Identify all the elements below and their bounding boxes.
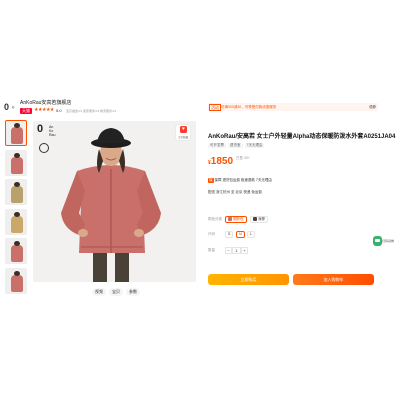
delivery-row: 配送 浙江杭州 至 北京 快递 免运费 xyxy=(208,190,262,195)
subtag-list: 可开发票 退货宝 7天无理由 xyxy=(208,143,265,148)
delivery-text: 配送 浙江杭州 至 北京 快递 免运费 xyxy=(208,190,262,194)
price: ¥1850 xyxy=(208,151,233,169)
mascot-icon xyxy=(373,236,382,246)
subtag: 退货宝 xyxy=(228,143,243,148)
color-option[interactable]: 深棕 xyxy=(250,216,268,223)
tmall-badge: 天猫 xyxy=(20,108,32,114)
quantity-increase-button[interactable]: + xyxy=(241,247,248,254)
service-row: 保 保障 退货包运费 极速退款 7天无理由 xyxy=(208,178,272,183)
add-to-cart-button[interactable]: 加入购物车 xyxy=(293,274,374,285)
favorite-button[interactable]: ♥ 宝贝收藏 xyxy=(176,125,190,140)
size-option[interactable]: S xyxy=(225,231,234,238)
favorite-label: 宝贝收藏 xyxy=(177,136,188,139)
thumbnail-strip xyxy=(5,120,29,298)
service-badge: 保 xyxy=(208,178,214,183)
color-swatch xyxy=(253,217,257,222)
product-title: AnKoRau/安高若 女士户外轻量Alpha动态保暖防泼水外套A0251JA0… xyxy=(208,134,396,140)
size-option[interactable]: L xyxy=(247,231,255,238)
shop-logo[interactable]: 0 ◦ xyxy=(4,100,18,114)
thumbnail[interactable] xyxy=(5,267,27,294)
thumbnail-head xyxy=(14,211,20,217)
promo-tag: 活动 xyxy=(209,104,221,111)
thumbnail-head xyxy=(14,152,20,158)
subtag: 7天无理由 xyxy=(244,143,265,148)
promo-more-link[interactable]: 领券 xyxy=(369,105,376,110)
promo-banner[interactable]: 活动 可满300减30，可享受付款优惠服务 领券 xyxy=(208,103,378,111)
main-product-image[interactable]: 0 An Ko Rau ♥ 宝贝收藏 xyxy=(33,121,196,282)
shop-meta: 宝贝描述4.9 卖家服务4.9 物流服务4.9 xyxy=(66,109,117,113)
color-option-label: 深棕 xyxy=(258,217,265,221)
tab-video[interactable]: 视频 xyxy=(92,288,106,296)
quantity-input[interactable]: 1 xyxy=(232,247,241,254)
image-tabs: 视频 宝贝 参数 xyxy=(92,288,140,297)
buy-now-button[interactable]: 立即购买 xyxy=(208,274,289,285)
price-value: 1850 xyxy=(210,156,234,167)
thumbnail[interactable] xyxy=(5,179,27,206)
heart-icon: ♥ xyxy=(180,126,187,133)
thumbnail-figure xyxy=(11,127,23,144)
size-label: 尺码 xyxy=(208,232,215,236)
promo-text: 可满300减30，可享受付款优惠服务 xyxy=(221,104,277,109)
quantity-decrease-button[interactable]: − xyxy=(225,247,232,254)
thumbnail-figure xyxy=(11,245,23,263)
color-swatch xyxy=(228,217,232,222)
shop-rating: 5.0 xyxy=(56,108,62,113)
side-float-widget[interactable]: 扫码领券 xyxy=(373,236,394,252)
tab-params[interactable]: 参数 xyxy=(126,288,140,296)
quantity-label: 数量 xyxy=(208,248,215,252)
shop-header: 0 ◦ AnKoRau安高若旗舰店 天猫 ★★★★★ 5.0 宝贝描述4.9 卖… xyxy=(4,98,204,120)
sold-count: 已售 30+ xyxy=(236,156,250,160)
color-option-selected[interactable]: 烟粉色 xyxy=(225,216,247,223)
color-label: 颜色分类 xyxy=(208,217,222,221)
color-option-label: 烟粉色 xyxy=(233,217,244,221)
tab-gallery[interactable]: 宝贝 xyxy=(109,288,123,296)
side-float-label: 扫码领券 xyxy=(382,239,395,243)
thumbnail-head xyxy=(14,123,20,128)
subtag: 可开发票 xyxy=(208,143,226,148)
service-text: 保障 退货包运费 极速退款 7天无理由 xyxy=(214,178,272,182)
thumbnail[interactable] xyxy=(5,208,27,235)
thumbnail[interactable] xyxy=(5,238,27,265)
model-figure xyxy=(61,128,161,282)
mascot-eye xyxy=(375,239,380,242)
thumbnail[interactable] xyxy=(5,120,27,146)
thumbnail-figure xyxy=(11,274,23,292)
size-option-selected[interactable]: M xyxy=(236,231,245,238)
thumbnail-figure xyxy=(11,215,23,233)
thumbnail-figure xyxy=(11,186,23,204)
thumbnail-figure xyxy=(11,156,23,174)
thumbnail-head xyxy=(14,270,20,276)
thumbnail[interactable] xyxy=(5,149,27,176)
shop-name[interactable]: AnKoRau安高若旗舰店 xyxy=(20,99,71,106)
rating-stars: ★★★★★ xyxy=(34,107,54,113)
